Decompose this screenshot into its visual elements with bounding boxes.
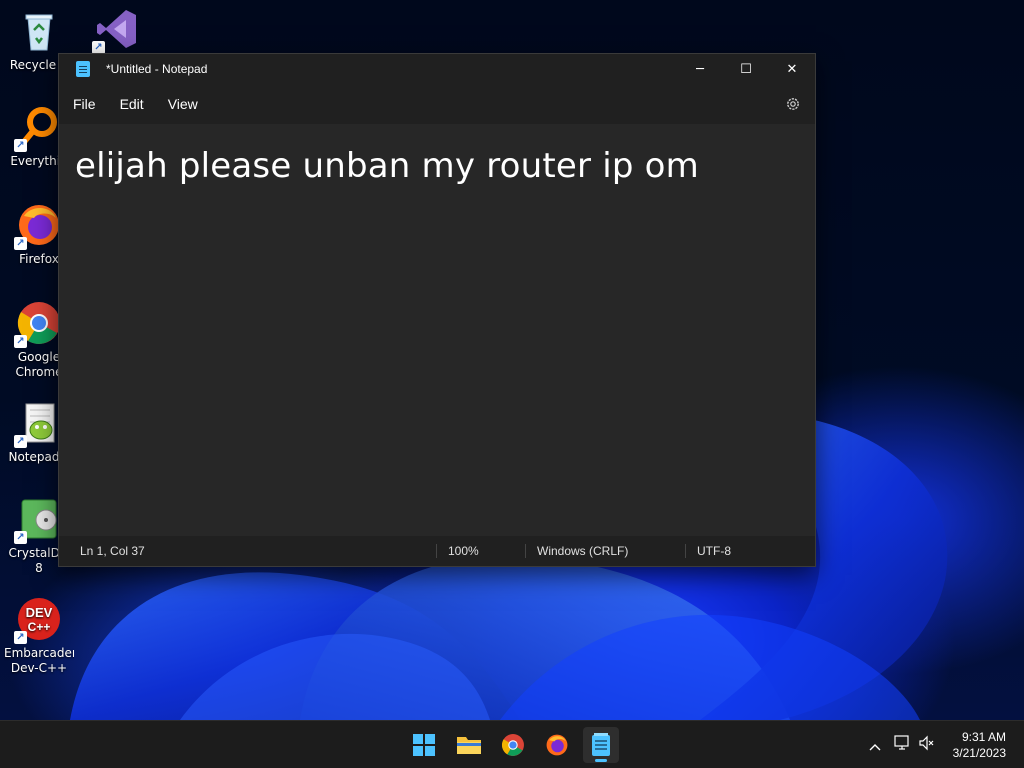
system-tray	[864, 721, 944, 768]
status-bar: Ln 1, Col 37 100% Windows (CRLF) UTF-8	[59, 536, 815, 566]
taskbar: 9:31 AM 3/21/2023	[0, 720, 1024, 768]
clock-time: 9:31 AM	[961, 730, 1006, 744]
visual-studio-icon: ↗	[92, 6, 140, 54]
desktop-icon-label: Embarcadero Dev-C++	[4, 646, 74, 675]
window-controls: ─ ☐ ✕	[677, 54, 815, 84]
notepad-icon	[592, 733, 610, 756]
devcpp-icon: DEV C++ ↗	[14, 596, 62, 644]
settings-gear-icon[interactable]	[785, 96, 801, 112]
chrome-icon	[501, 734, 524, 756]
maximize-button[interactable]: ☐	[723, 54, 769, 84]
shortcut-arrow-icon: ↗	[14, 435, 27, 448]
chrome-icon: ↗	[14, 300, 62, 348]
status-divider	[525, 544, 526, 558]
taskbar-notepad[interactable]	[583, 727, 619, 763]
taskbar-file-explorer[interactable]	[451, 727, 487, 763]
close-icon: ✕	[786, 61, 798, 77]
menu-file[interactable]: File	[61, 84, 108, 124]
menu-view[interactable]: View	[156, 84, 210, 124]
file-explorer-icon	[457, 737, 481, 754]
notepad-window[interactable]: *Untitled - Notepad ─ ☐ ✕ File Edit View…	[58, 53, 816, 567]
svg-text:DEV: DEV	[26, 605, 53, 620]
start-icon	[413, 734, 435, 756]
desktop-icon-visual-studio[interactable]: ↗	[82, 6, 152, 56]
network-icon[interactable]	[894, 735, 912, 755]
status-divider	[436, 544, 437, 558]
shortcut-arrow-icon: ↗	[14, 631, 27, 644]
everything-search-icon: ↗	[14, 104, 62, 152]
desktop-icon-dev-cpp[interactable]: DEV C++ ↗ Embarcadero Dev-C++	[4, 596, 74, 676]
taskbar-firefox[interactable]	[539, 727, 575, 763]
firefox-icon: ↗	[14, 202, 62, 250]
text-editor[interactable]: elijah please unban my router ip om	[59, 124, 815, 536]
active-app-indicator	[595, 759, 607, 762]
shortcut-arrow-icon: ↗	[14, 237, 27, 250]
crystaldisk-icon: ↗	[14, 496, 62, 544]
maximize-icon: ☐	[740, 61, 752, 77]
shortcut-arrow-icon: ↗	[14, 139, 27, 152]
editor-content[interactable]: elijah please unban my router ip om	[75, 146, 699, 186]
start-button[interactable]	[406, 727, 442, 763]
chevron-up-icon[interactable]	[868, 737, 882, 756]
status-line-ending: Windows (CRLF)	[537, 544, 629, 558]
shortcut-arrow-icon: ↗	[14, 531, 27, 544]
window-title: *Untitled - Notepad	[106, 62, 208, 76]
status-divider	[685, 544, 686, 558]
recycle-bin-icon	[16, 8, 62, 54]
status-encoding: UTF-8	[697, 544, 731, 558]
shortcut-arrow-icon: ↗	[14, 335, 27, 348]
svg-text:C++: C++	[28, 620, 51, 634]
minimize-icon: ─	[696, 61, 704, 77]
title-bar[interactable]: *Untitled - Notepad ─ ☐ ✕	[59, 54, 815, 84]
menu-edit[interactable]: Edit	[108, 84, 156, 124]
notepad-plus-plus-icon: ↗	[14, 400, 62, 448]
minimize-button[interactable]: ─	[677, 54, 723, 84]
clock-date: 3/21/2023	[952, 746, 1006, 760]
volume-muted-icon[interactable]	[918, 735, 936, 755]
close-button[interactable]: ✕	[769, 54, 815, 84]
firefox-icon	[546, 734, 568, 756]
status-cursor-position: Ln 1, Col 37	[80, 544, 145, 558]
notepad-icon	[76, 61, 90, 77]
taskbar-clock[interactable]: 9:31 AM 3/21/2023	[953, 729, 1006, 761]
status-zoom: 100%	[448, 544, 479, 558]
menu-bar: File Edit View	[59, 84, 815, 124]
taskbar-chrome[interactable]	[495, 727, 531, 763]
